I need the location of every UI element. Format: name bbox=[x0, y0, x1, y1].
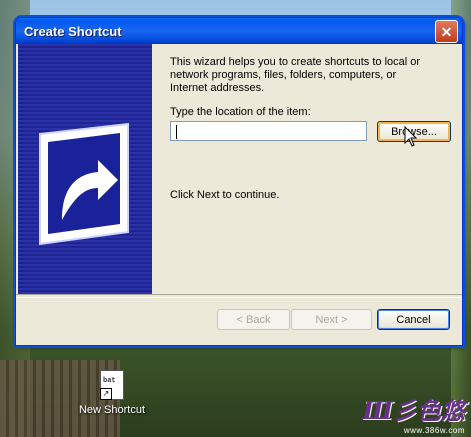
new-shortcut-desktop-icon[interactable]: bat ↗ New Shortcut bbox=[76, 370, 148, 416]
shortcut-file-icon: bat ↗ bbox=[100, 370, 124, 400]
shortcut-arrow-icon bbox=[39, 122, 129, 246]
shortcut-overlay-icon: ↗ bbox=[100, 388, 112, 400]
create-shortcut-dialog: Create Shortcut ✕ This wizard helps you … bbox=[15, 17, 463, 346]
wizard-description: This wizard helps you to create shortcut… bbox=[170, 56, 421, 94]
next-button[interactable]: Next > bbox=[291, 309, 372, 330]
wizard-banner bbox=[18, 44, 152, 294]
back-button[interactable]: < Back bbox=[217, 309, 290, 330]
close-icon: ✕ bbox=[440, 23, 453, 40]
close-button[interactable]: ✕ bbox=[435, 20, 458, 43]
file-badge: bat bbox=[103, 377, 116, 385]
location-label: Type the location of the item: bbox=[170, 106, 311, 118]
text-caret bbox=[176, 125, 177, 139]
next-hint-text: Click Next to continue. bbox=[170, 189, 280, 201]
watermark-text: Ш彡色悠 bbox=[362, 396, 465, 425]
location-input[interactable] bbox=[170, 121, 367, 141]
button-divider bbox=[16, 294, 462, 298]
watermark-url: www.386w.com bbox=[403, 426, 465, 435]
wizard-content: This wizard helps you to create shortcut… bbox=[168, 44, 462, 294]
desktop-icon-label: New Shortcut bbox=[78, 404, 146, 416]
cancel-button[interactable]: Cancel bbox=[377, 309, 450, 330]
title-bar[interactable]: Create Shortcut bbox=[16, 18, 462, 44]
watermark: Ш彡色悠 www.386w.com bbox=[363, 391, 465, 435]
mouse-pointer-icon bbox=[404, 126, 418, 147]
window-title: Create Shortcut bbox=[24, 23, 122, 39]
